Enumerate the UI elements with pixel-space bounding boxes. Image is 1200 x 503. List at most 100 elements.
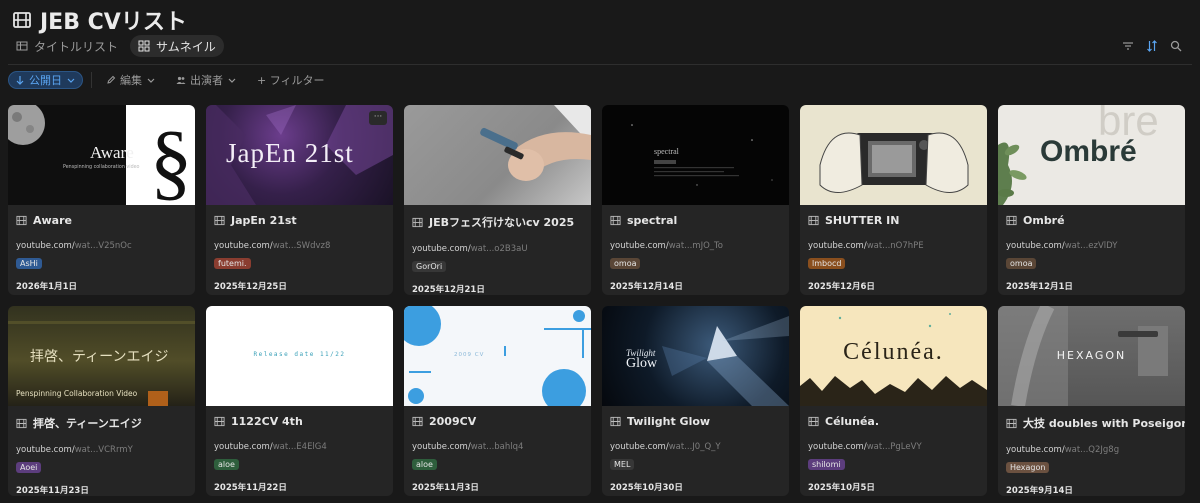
card-title: 1122CV 4th xyxy=(214,415,385,428)
gallery-card[interactable]: bre Ombré Ombré youtube.com/wat...ezVlDY… xyxy=(998,105,1185,295)
thumbnail-title: 2009 CV xyxy=(454,352,485,358)
link-path: wat...bahlq4 xyxy=(470,442,524,452)
performer-tag: omoa xyxy=(610,258,641,269)
film-icon xyxy=(808,215,819,226)
card-title: 大技 doubles with Poseigon xyxy=(1006,415,1185,431)
link-host: youtube.com/ xyxy=(16,241,75,251)
link-host: youtube.com/ xyxy=(214,241,273,251)
filter-icon[interactable] xyxy=(1122,40,1134,52)
video-link[interactable]: youtube.com/wat...bahlq4 xyxy=(412,442,583,452)
video-link[interactable]: youtube.com/wat...SWdvz8 xyxy=(214,241,385,251)
video-link[interactable]: youtube.com/wat...PgLeVY xyxy=(808,442,979,452)
link-host: youtube.com/ xyxy=(412,442,471,452)
gallery-card[interactable]: Release date 11/22 1122CV 4th youtube.co… xyxy=(206,306,393,496)
video-link[interactable]: youtube.com/wat...nO7hPE xyxy=(808,241,979,251)
card-title-text: 拝啓、ティーンエイジ xyxy=(33,417,142,430)
sort-label: 公開日 xyxy=(29,74,62,87)
card-title-text: 大技 doubles with Poseigon xyxy=(1023,417,1185,430)
card-title-text: 1122CV 4th xyxy=(231,415,303,428)
gallery-card[interactable]: HEXAGON 大技 doubles with Poseigon youtube… xyxy=(998,306,1185,496)
gallery-card[interactable]: JapEn 21st ··· JapEn 21st youtube.com/wa… xyxy=(206,105,393,295)
people-icon xyxy=(176,76,186,84)
link-host: youtube.com/ xyxy=(808,241,867,251)
link-path: wat...VCRrmY xyxy=(74,445,133,455)
card-title: Aware xyxy=(16,214,187,227)
add-filter-button[interactable]: + フィルター xyxy=(251,71,331,89)
thumbnail: JapEn 21st ··· xyxy=(206,105,393,205)
video-link[interactable]: youtube.com/wat...o2B3aU xyxy=(412,244,583,254)
header-divider xyxy=(8,64,1192,65)
film-icon xyxy=(16,215,27,226)
thumbnail-title: Ombré xyxy=(1040,135,1137,168)
performer-tag: AsHi xyxy=(16,258,42,269)
arrow-down-icon xyxy=(16,76,24,85)
thumbnail-art xyxy=(404,306,591,406)
video-link[interactable]: youtube.com/wat...VCRrmY xyxy=(16,445,187,455)
gallery-card[interactable]: spectral spectral youtube.com/wat...mJO_… xyxy=(602,105,789,295)
gallery-card[interactable]: SHUTTER IN youtube.com/wat...nO7hPE lmbo… xyxy=(800,105,987,295)
link-host: youtube.com/ xyxy=(214,442,273,452)
publish-date: 2025年12月1日 xyxy=(1006,282,1073,292)
sort-icon[interactable] xyxy=(1146,40,1158,52)
card-title: Ombré xyxy=(1006,214,1177,227)
gallery-card[interactable]: Célunéa. Célunéa. youtube.com/wat...PgLe… xyxy=(800,306,987,496)
gallery-card[interactable]: 拝啓、ティーンエイジ Penspinning Collaboration Vid… xyxy=(8,306,195,496)
performer-tag: MEL xyxy=(610,459,635,470)
card-title: Twilight Glow xyxy=(610,415,781,428)
thumbnail-title: spectral xyxy=(654,147,679,156)
film-icon xyxy=(16,418,27,428)
video-link[interactable]: youtube.com/wat...V25nOc xyxy=(16,241,187,251)
video-link[interactable]: youtube.com/wat...J0_Q_Y xyxy=(610,442,781,452)
link-path: wat...nO7hPE xyxy=(866,241,924,251)
sort-chip[interactable]: 公開日 xyxy=(8,71,83,89)
tab-title-list[interactable]: タイトルリスト xyxy=(8,35,126,57)
thumbnail: bre Ombré xyxy=(998,105,1185,205)
publish-date: 2025年12月14日 xyxy=(610,282,683,292)
video-link[interactable]: youtube.com/wat...E4ElG4 xyxy=(214,442,385,452)
link-host: youtube.com/ xyxy=(610,442,669,452)
edit-filter-chip[interactable]: 編集 xyxy=(100,71,162,89)
link-path: wat...Q2Jg8g xyxy=(1064,445,1120,455)
gallery-card[interactable]: § Aware Penspinning collaboration video … xyxy=(8,105,195,295)
video-link[interactable]: youtube.com/wat...mJO_To xyxy=(610,241,781,251)
search-icon[interactable] xyxy=(1170,40,1182,52)
thumbnail xyxy=(800,105,987,205)
thumbnail-art xyxy=(819,132,969,193)
more-options-button[interactable]: ··· xyxy=(369,111,387,125)
card-title-text: 2009CV xyxy=(429,415,477,428)
thumbnail-art xyxy=(631,124,773,186)
grid-icon xyxy=(138,40,150,52)
card-title-text: SHUTTER IN xyxy=(825,214,900,227)
page-header: JEB CVリスト xyxy=(12,4,187,36)
link-host: youtube.com/ xyxy=(1006,241,1065,251)
link-path: wat...o2B3aU xyxy=(470,244,528,254)
gallery-card[interactable]: JEBフェス行けないcv 2025 youtube.com/wat...o2B3… xyxy=(404,105,591,295)
tab-thumbnail[interactable]: サムネイル xyxy=(130,35,224,57)
thumbnail-title: Release date 11/22 xyxy=(253,351,346,358)
performer-tag: Hexagon xyxy=(1006,462,1050,473)
card-title-text: Aware xyxy=(33,214,72,227)
gallery-grid: § Aware Penspinning collaboration video … xyxy=(8,105,1185,496)
publish-date: 2026年1月1日 xyxy=(16,282,77,292)
gallery-card[interactable]: Twilight Glow Twilight Glow youtube.com/… xyxy=(602,306,789,496)
card-title: 拝啓、ティーンエイジ xyxy=(16,415,187,431)
toolbar xyxy=(1122,40,1182,52)
card-title: spectral xyxy=(610,214,781,227)
thumbnail-title: Glow xyxy=(626,356,658,371)
thumbnail: Release date 11/22 xyxy=(206,306,393,406)
performer-tag: GorOri xyxy=(412,261,447,272)
publish-date: 2025年9月14日 xyxy=(1006,486,1073,496)
film-icon xyxy=(808,416,819,427)
video-link[interactable]: youtube.com/wat...ezVlDY xyxy=(1006,241,1177,251)
film-icon xyxy=(1006,215,1017,226)
publish-date: 2025年11月22日 xyxy=(214,483,287,493)
gallery-card[interactable]: 2009 CV 2009CV youtube.com/wat...bahlq4 … xyxy=(404,306,591,496)
video-link[interactable]: youtube.com/wat...Q2Jg8g xyxy=(1006,445,1177,455)
cast-filter-chip[interactable]: 出演者 xyxy=(170,71,243,89)
card-title-text: spectral xyxy=(627,214,678,227)
tab-label: サムネイル xyxy=(156,39,216,54)
film-icon xyxy=(610,416,621,427)
publish-date: 2025年12月25日 xyxy=(214,282,287,292)
thumbnail: spectral xyxy=(602,105,789,205)
chevron-down-icon xyxy=(67,78,75,83)
